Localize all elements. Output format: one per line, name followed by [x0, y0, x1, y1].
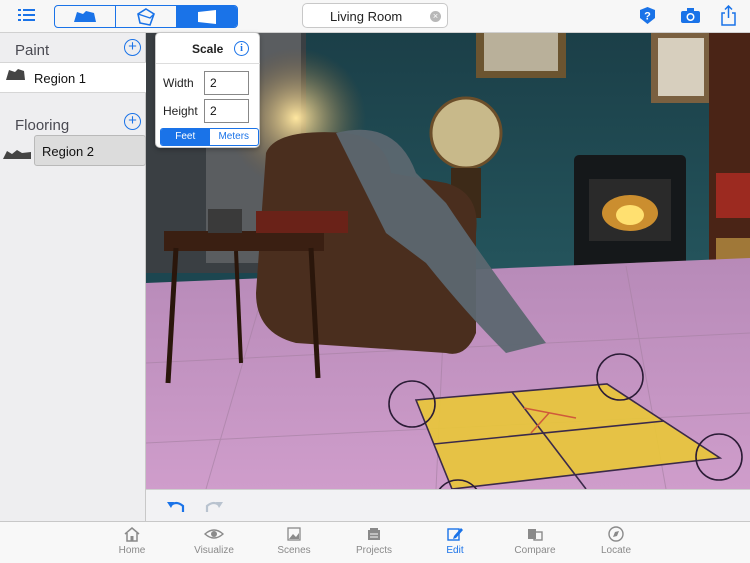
compass-icon — [608, 526, 624, 542]
height-label: Height — [163, 104, 198, 118]
tab-edit-label: Edit — [446, 545, 464, 556]
flooring-region-icon — [3, 150, 31, 159]
help-icon[interactable]: ? — [640, 7, 655, 24]
paint-region-label: Region 1 — [34, 71, 87, 86]
bottom-tab-bar: Home Visualize Scenes Projects Edit Comp… — [0, 521, 750, 563]
add-paint-region-button[interactable]: + — [124, 39, 141, 56]
paint-mode-button[interactable] — [55, 6, 116, 27]
tab-projects[interactable]: Projects — [344, 526, 404, 556]
tab-scenes[interactable]: Scenes — [264, 526, 324, 556]
floor-mode-icon — [137, 7, 155, 26]
tab-projects-label: Projects — [355, 545, 393, 556]
tab-compare[interactable]: Compare — [505, 526, 565, 556]
tab-locate[interactable]: Locate — [586, 526, 646, 556]
tab-scenes-label: Scenes — [277, 545, 311, 556]
compare-icon — [528, 529, 543, 541]
paint-section-title: Paint — [15, 42, 50, 59]
scene-title-field[interactable]: Living Room × — [302, 3, 448, 28]
tab-home[interactable]: Home — [102, 526, 162, 556]
wall-mode-button[interactable] — [177, 6, 237, 27]
paint-region-icon — [6, 69, 25, 80]
tab-locate-label: Locate — [600, 545, 632, 556]
paint-mode-icon — [74, 10, 96, 22]
floor-mode-button[interactable] — [116, 6, 177, 27]
redo-icon[interactable] — [204, 498, 224, 514]
undo-redo-bar — [146, 489, 750, 521]
eye-icon — [204, 529, 224, 539]
clear-icon[interactable]: × — [430, 11, 441, 22]
feet-button[interactable]: Feet — [161, 129, 210, 145]
scene-title-text: Living Room — [330, 9, 403, 24]
add-flooring-region-button[interactable]: + — [124, 113, 141, 130]
info-icon[interactable]: i — [234, 41, 249, 56]
home-icon — [124, 527, 140, 542]
scale-popover: Scale i Width Height Feet Meters — [155, 32, 260, 148]
scale-divider — [156, 63, 260, 64]
meters-button[interactable]: Meters — [210, 129, 259, 145]
share-icon[interactable] — [721, 5, 736, 26]
tab-home-label: Home — [118, 545, 146, 556]
flooring-region-row[interactable]: Region 2 — [34, 135, 146, 166]
wall-mode-icon — [198, 9, 216, 24]
unit-segmented-control: Feet Meters — [160, 128, 259, 146]
edit-icon — [447, 528, 463, 541]
tab-edit[interactable]: Edit — [425, 526, 485, 556]
width-label: Width — [163, 76, 194, 90]
folder-icon — [368, 528, 380, 540]
tab-visualize[interactable]: Visualize — [184, 526, 244, 556]
undo-icon[interactable] — [166, 498, 186, 514]
top-toolbar: Living Room × ? — [0, 0, 750, 33]
scale-title: Scale — [192, 42, 224, 56]
width-field[interactable] — [204, 71, 249, 95]
image-icon — [287, 527, 301, 541]
tab-compare-label: Compare — [514, 545, 556, 556]
height-field[interactable] — [204, 99, 249, 123]
flooring-section-title: Flooring — [15, 117, 70, 134]
camera-icon[interactable] — [681, 8, 700, 23]
list-menu-icon[interactable] — [18, 8, 38, 24]
flooring-region-label: Region 2 — [42, 144, 95, 159]
regions-panel: Paint + Region 1 Flooring + Region 2 — [0, 33, 146, 521]
paint-region-row[interactable]: Region 1 — [0, 62, 146, 93]
mode-segmented-control — [54, 5, 238, 28]
tab-visualize-label: Visualize — [194, 545, 234, 556]
svg-text:?: ? — [644, 11, 651, 23]
